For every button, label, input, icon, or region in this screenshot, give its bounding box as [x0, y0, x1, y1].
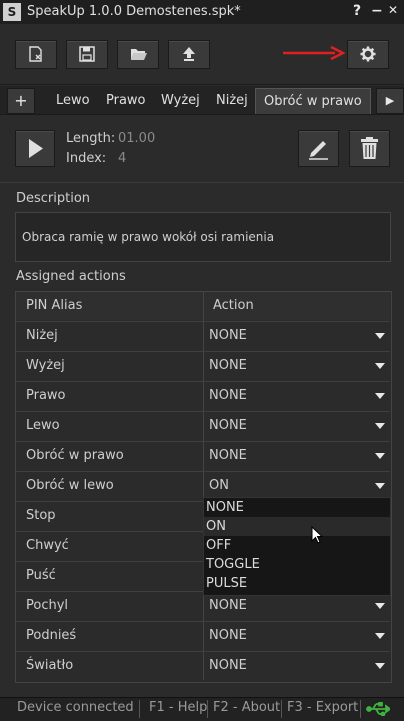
pin-alias-cell: Obróć w lewo [26, 478, 114, 493]
tab-obroc-w-prawo[interactable]: Obróć w prawo [255, 88, 371, 114]
new-file-button[interactable] [15, 40, 57, 69]
action-select[interactable]: ON [209, 478, 229, 493]
dropdown-arrow-icon[interactable] [375, 393, 385, 399]
action-select[interactable]: NONE [209, 388, 247, 403]
action-select[interactable]: NONE [209, 358, 247, 373]
row-divider [16, 321, 390, 322]
upload-icon [183, 47, 195, 61]
play-button[interactable] [15, 130, 55, 167]
pin-alias-cell: Światło [26, 658, 74, 673]
pin-alias-cell: Prawo [26, 388, 66, 403]
action-select[interactable]: NONE [209, 328, 247, 343]
dropdown-option-off[interactable]: OFF [206, 538, 231, 553]
description-label: Description [16, 191, 91, 206]
delete-button[interactable] [349, 130, 390, 167]
dropdown-arrow-icon[interactable] [375, 423, 385, 429]
pin-alias-cell: Lewo [26, 418, 60, 433]
status-separator [207, 700, 208, 718]
tab-lewo[interactable]: Lewo [56, 88, 90, 113]
export-shortcut[interactable]: F3 - Export [287, 700, 358, 715]
gear-icon [360, 46, 376, 62]
dropdown-option-pulse[interactable]: PULSE [206, 576, 247, 591]
pin-alias-cell: Obróć w prawo [26, 448, 124, 463]
section-divider [0, 182, 404, 183]
dropdown-highlight [204, 517, 390, 536]
row-divider [16, 381, 390, 382]
length-value: 01.00 [118, 131, 156, 146]
row-divider [16, 411, 390, 412]
upload-button[interactable] [168, 40, 210, 69]
app-logo-icon: S [3, 3, 21, 21]
tab-wyzej[interactable]: Wyżej [161, 88, 200, 113]
usb-icon [366, 702, 390, 716]
description-text: Obraca ramię w prawo wokół osi ramienia [22, 230, 275, 244]
column-header-pin-alias: PIN Alias [26, 298, 83, 313]
row-divider [16, 351, 390, 352]
new-file-icon [29, 46, 42, 62]
close-button[interactable]: ✕ [388, 3, 398, 17]
dropdown-arrow-icon[interactable] [375, 363, 385, 369]
action-select[interactable]: NONE [209, 658, 247, 673]
column-header-action: Action [213, 298, 254, 313]
play-icon [29, 139, 43, 158]
help-shortcut[interactable]: F1 - Help [149, 700, 207, 715]
pin-alias-cell: Niżej [26, 328, 58, 343]
row-divider [16, 441, 390, 442]
pin-alias-cell: Podnieś [26, 628, 77, 643]
add-tab-button[interactable]: + [7, 88, 35, 114]
help-button[interactable]: ? [353, 3, 361, 19]
tab-scroll-right-button[interactable]: ▶ [376, 88, 404, 114]
tab-prawo[interactable]: Prawo [106, 88, 146, 113]
row-divider [16, 471, 390, 472]
dropdown-option-none[interactable]: NONE [206, 500, 244, 515]
pin-alias-cell: Pochyl [26, 598, 69, 613]
edit-button[interactable] [298, 130, 339, 167]
pin-alias-cell: Puść [26, 568, 56, 583]
action-select[interactable]: NONE [209, 418, 247, 433]
trash-icon [361, 137, 378, 159]
red-arrow-annotation [283, 45, 345, 61]
open-folder-icon [131, 49, 147, 60]
index-value: 4 [118, 151, 127, 166]
minimize-button[interactable]: − [371, 3, 383, 19]
settings-button[interactable] [347, 40, 389, 69]
row-divider [16, 621, 390, 622]
length-label: Length: [66, 131, 116, 146]
open-folder-button[interactable] [117, 40, 159, 69]
pin-alias-cell: Stop [26, 508, 56, 523]
dropdown-arrow-icon[interactable] [375, 633, 385, 639]
pin-alias-cell: Chwyć [26, 538, 69, 553]
index-label: Index: [66, 151, 107, 166]
row-divider [16, 651, 390, 652]
save-icon [79, 46, 95, 62]
dropdown-arrow-icon[interactable] [375, 663, 385, 669]
dropdown-arrow-icon[interactable] [375, 333, 385, 339]
status-separator [281, 700, 282, 718]
window-title: SpeakUp 1.0.0 Demostenes.spk* [27, 4, 241, 19]
pencil-icon [309, 141, 328, 160]
pin-alias-cell: Wyżej [26, 358, 65, 373]
action-select[interactable]: NONE [209, 628, 247, 643]
dropdown-option-on[interactable]: ON [206, 519, 226, 534]
action-select[interactable]: NONE [209, 448, 247, 463]
mouse-cursor-icon [311, 526, 324, 544]
save-button[interactable] [66, 40, 108, 69]
status-separator [360, 700, 361, 718]
dropdown-arrow-icon[interactable] [375, 603, 385, 609]
action-select[interactable]: NONE [209, 598, 247, 613]
dropdown-arrow-icon[interactable] [375, 483, 385, 489]
assigned-actions-label: Assigned actions [16, 269, 126, 284]
connection-status: Device connected [17, 700, 134, 715]
status-separator [139, 700, 140, 718]
dropdown-arrow-icon[interactable] [375, 453, 385, 459]
dropdown-option-toggle[interactable]: TOGGLE [206, 557, 260, 572]
tab-nizej[interactable]: Niżej [216, 88, 248, 113]
about-shortcut[interactable]: F2 - About [213, 700, 280, 715]
